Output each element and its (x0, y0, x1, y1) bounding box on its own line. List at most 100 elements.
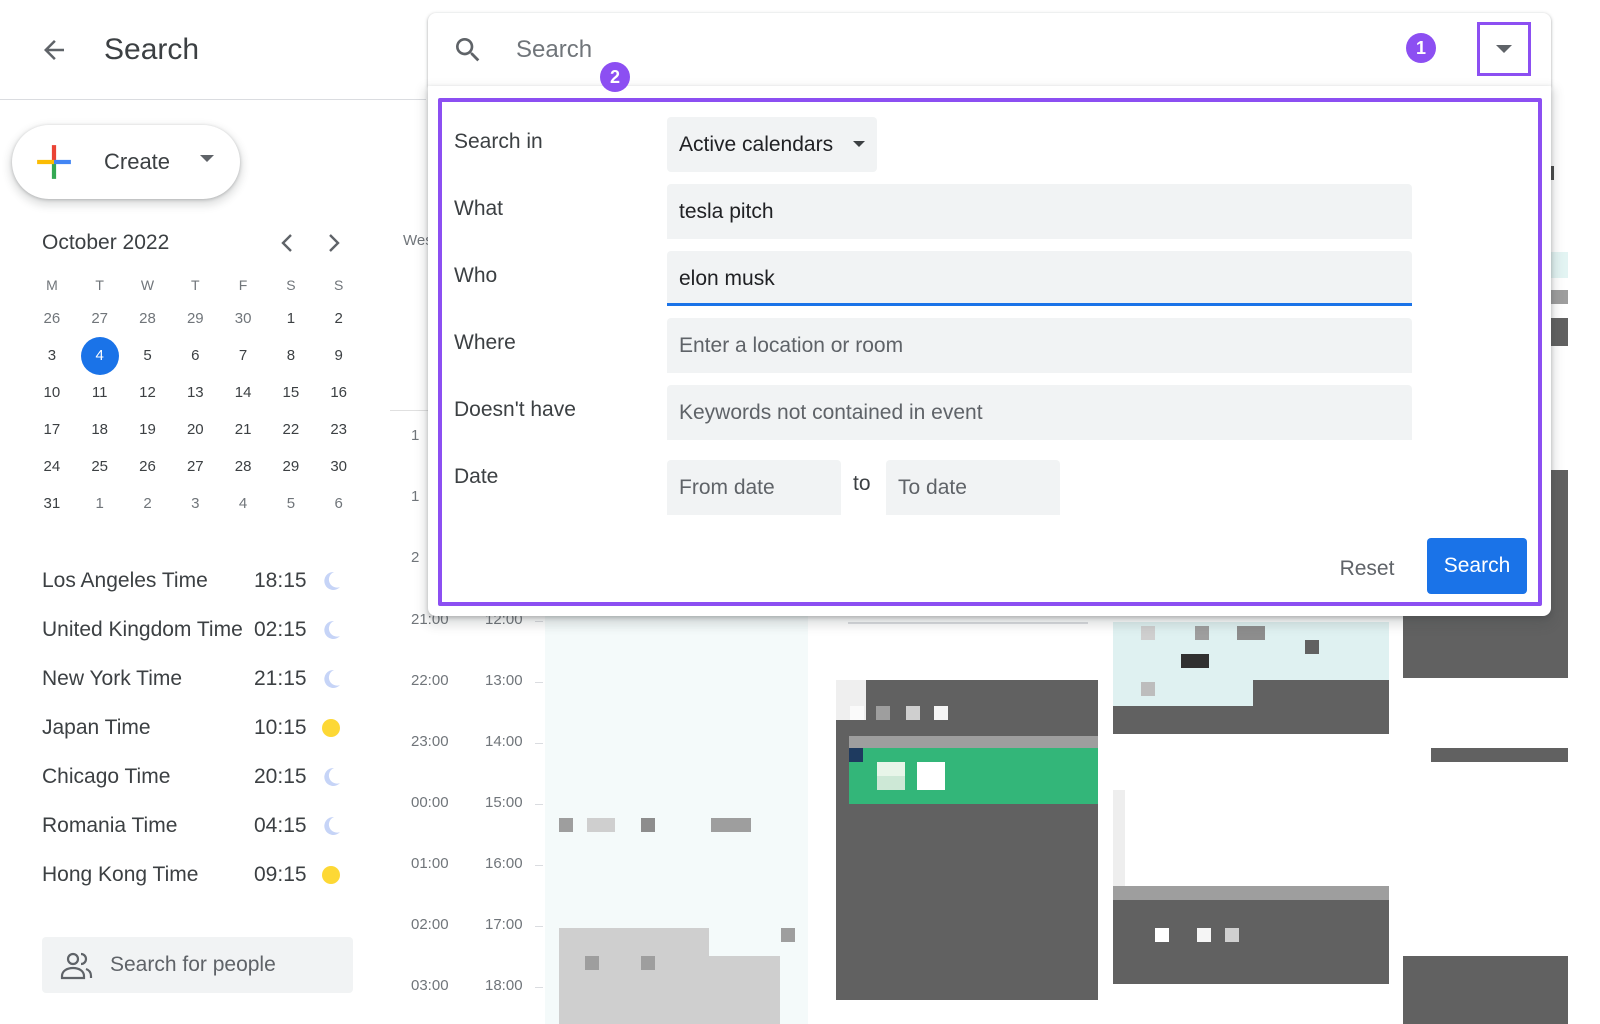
mini-calendar-day[interactable]: 29 (171, 300, 219, 337)
doesnt-have-input[interactable]: Keywords not contained in event (667, 385, 1412, 440)
world-clock-row: Chicago Time 20:15 (42, 752, 352, 801)
mini-calendar-day[interactable]: 1 (76, 485, 124, 522)
pixel (1113, 790, 1125, 900)
search-bar (428, 13, 1551, 86)
mini-calendar-day[interactable]: 28 (219, 448, 267, 485)
where-input[interactable]: Enter a location or room (667, 318, 1412, 373)
mini-calendar-day[interactable]: 27 (76, 300, 124, 337)
moon-icon (324, 767, 340, 786)
event-block[interactable] (709, 956, 780, 1024)
pixel (641, 956, 655, 970)
event-block[interactable] (1431, 748, 1568, 762)
world-clock-row: Japan Time 10:15 (42, 703, 352, 752)
pixel (559, 818, 573, 832)
mini-calendar-day[interactable]: 4 (219, 485, 267, 522)
world-clock-time: 10:15 (254, 715, 307, 739)
hour-label: 01:00 (411, 855, 449, 872)
mini-calendar-day[interactable]: 12 (124, 374, 172, 411)
mini-calendar-day[interactable]: 2 (124, 485, 172, 522)
mini-calendar-day[interactable]: 25 (76, 448, 124, 485)
create-button[interactable]: Create (12, 125, 240, 199)
hour-label: 13:00 (485, 672, 523, 689)
mini-calendar-day[interactable]: 26 (28, 300, 76, 337)
world-clock-time: 09:15 (254, 862, 307, 886)
step-badge-2: 2 (600, 62, 630, 92)
event-block[interactable] (1113, 706, 1389, 734)
create-label: Create (104, 149, 171, 174)
weekday-label: T (191, 277, 200, 293)
mini-calendar-day[interactable]: 16 (315, 374, 363, 411)
event-block[interactable] (559, 928, 709, 1024)
world-clock-row: Los Angeles Time 18:15 (42, 556, 352, 605)
mini-calendar-day[interactable]: 20 (171, 411, 219, 448)
search-options-dropdown-button[interactable] (1477, 22, 1531, 76)
mini-calendar-day[interactable]: 21 (219, 411, 267, 448)
mini-calendar-day[interactable]: 4 (76, 337, 124, 375)
moon-icon (324, 816, 340, 835)
who-input[interactable]: elon musk (667, 251, 1412, 306)
mini-calendar-next-button[interactable] (319, 228, 349, 258)
mini-calendar-day[interactable]: 28 (124, 300, 172, 337)
mini-calendar-day[interactable]: 24 (28, 448, 76, 485)
world-clock-time: 18:15 (254, 568, 307, 592)
mini-calendar-day[interactable]: 2 (315, 300, 363, 337)
pixel (849, 748, 863, 762)
mini-calendar-day[interactable]: 26 (124, 448, 172, 485)
mini-calendar-day[interactable]: 5 (267, 485, 315, 522)
pixel (711, 818, 751, 832)
mini-calendar-day[interactable]: 13 (171, 374, 219, 411)
mini-calendar-day[interactable]: 1 (267, 300, 315, 337)
what-input[interactable]: tesla pitch (667, 184, 1412, 239)
search-input[interactable] (516, 31, 1396, 69)
back-button[interactable] (34, 30, 74, 70)
event-block[interactable] (1403, 956, 1568, 1024)
search-in-label: Search in (454, 130, 543, 153)
event-block[interactable] (836, 680, 1098, 1000)
mini-calendar-day[interactable]: 3 (28, 337, 76, 374)
mini-calendar-day[interactable]: 31 (28, 485, 76, 522)
mini-calendar-day[interactable]: 6 (171, 337, 219, 374)
mini-calendar-day[interactable]: 22 (267, 411, 315, 448)
search-button[interactable]: Search (1427, 538, 1527, 594)
mini-calendar-day[interactable]: 7 (219, 337, 267, 374)
mini-calendar-day[interactable]: 29 (267, 448, 315, 485)
mini-calendar-day[interactable]: 23 (315, 411, 363, 448)
mini-calendar-prev-button[interactable] (272, 228, 302, 258)
reset-button[interactable]: Reset (1322, 548, 1412, 590)
mini-calendar-day[interactable]: 27 (171, 448, 219, 485)
mini-calendar-day[interactable]: 10 (28, 374, 76, 411)
mini-calendar-day[interactable]: 11 (76, 374, 124, 411)
header-divider (0, 99, 426, 100)
mini-calendar-day[interactable]: 6 (315, 485, 363, 522)
mini-calendar-day[interactable]: 9 (315, 337, 363, 374)
mini-calendar-day[interactable]: 8 (267, 337, 315, 374)
mini-calendar-day[interactable]: 19 (124, 411, 172, 448)
mini-calendar-month: October 2022 (42, 231, 170, 254)
pixel (781, 928, 795, 942)
weekday-label: M (46, 277, 58, 293)
mini-calendar-day[interactable]: 30 (315, 448, 363, 485)
chevron-right-icon (329, 234, 340, 252)
event-block[interactable] (1253, 680, 1389, 706)
sun-icon (322, 719, 340, 737)
pixel (587, 818, 615, 832)
mini-calendar-day[interactable]: 17 (28, 411, 76, 448)
mini-calendar-day[interactable]: 30 (219, 300, 267, 337)
search-in-select[interactable]: Active calendars (667, 117, 877, 172)
mini-calendar-day[interactable]: 5 (124, 337, 172, 374)
pixel (1195, 626, 1209, 640)
mini-calendar-weekdays: M T W T F S S (28, 270, 363, 300)
search-people-input[interactable]: Search for people (42, 937, 353, 993)
arrow-left-icon (44, 40, 64, 60)
from-date-input[interactable]: From date (667, 460, 841, 515)
mini-calendar-day[interactable]: 14 (219, 374, 267, 411)
mini-calendar-week: 10 11 12 13 14 15 16 (28, 374, 363, 411)
mini-calendar-day[interactable]: 3 (171, 485, 219, 522)
mini-calendar-day[interactable]: 15 (267, 374, 315, 411)
mini-calendar-day[interactable]: 18 (76, 411, 124, 448)
grid-line (390, 410, 430, 411)
world-clock-time: 21:15 (254, 666, 307, 690)
to-date-input[interactable]: To date (886, 460, 1060, 515)
pixel (917, 776, 945, 790)
hour-label: 03:00 (411, 977, 449, 994)
